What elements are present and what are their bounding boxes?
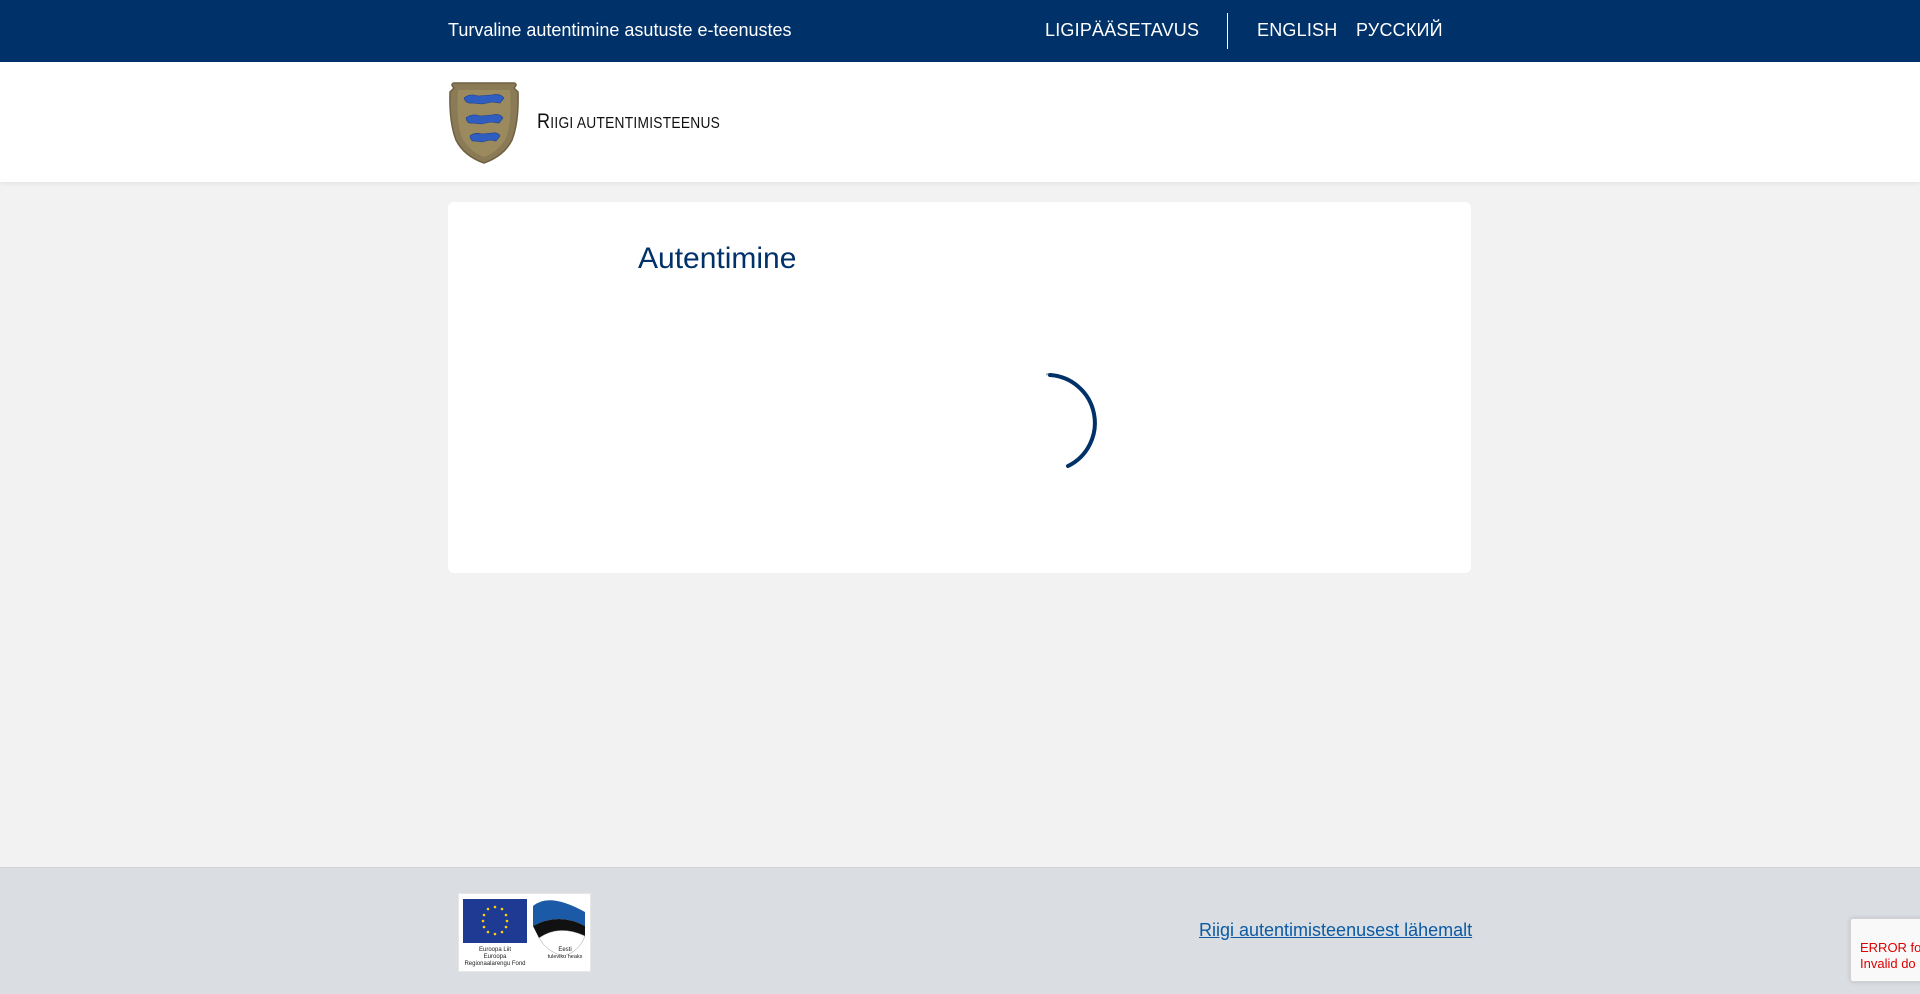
footer: Euroopa Liit Euroopa Regionaalarengu Fon… bbox=[0, 867, 1920, 994]
brand-bar: RIIGI AUTENTIMISTEENUS bbox=[0, 62, 1920, 182]
svg-text:Euroopa: Euroopa bbox=[484, 954, 507, 960]
loading-spinner-icon bbox=[1045, 373, 1097, 468]
recaptcha-badge[interactable]: ERROR fo Invalid do bbox=[1850, 918, 1920, 982]
recaptcha-error-text: ERROR fo Invalid do bbox=[1860, 940, 1920, 972]
brand-word-2: AUTENTIMISTEENUS bbox=[576, 115, 721, 132]
accessibility-link[interactable]: LIGIPÄÄSETAVUS bbox=[1045, 20, 1199, 41]
svg-text:tuleviku heaks: tuleviku heaks bbox=[548, 954, 583, 960]
language-russian-link[interactable]: РУССКИЙ bbox=[1356, 20, 1443, 41]
page-title: Autentimine bbox=[638, 242, 797, 275]
brand-name: RIIGI AUTENTIMISTEENUS bbox=[537, 110, 720, 134]
brand-word-1: IIGI bbox=[550, 115, 577, 132]
about-service-link[interactable]: Riigi autentimisteenusest lähemalt bbox=[1199, 920, 1472, 941]
auth-card: Autentimine bbox=[448, 202, 1471, 573]
top-bar: Turvaline autentimine asutuste e-teenust… bbox=[0, 0, 1920, 62]
recaptcha-error-line-1: ERROR fo bbox=[1860, 940, 1920, 955]
language-english-link[interactable]: ENGLISH bbox=[1257, 20, 1337, 41]
svg-text:Regionaalarengu Fond: Regionaalarengu Fond bbox=[464, 961, 525, 967]
svg-text:Eesti: Eesti bbox=[558, 947, 571, 953]
nav-divider bbox=[1227, 13, 1228, 49]
estonia-coat-of-arms-icon bbox=[449, 82, 519, 164]
svg-text:Euroopa Liit: Euroopa Liit bbox=[479, 947, 511, 953]
brand-initial: R bbox=[537, 110, 551, 133]
recaptcha-error-line-2: Invalid do bbox=[1860, 956, 1916, 971]
eu-regional-fund-estonia-logos: Euroopa Liit Euroopa Regionaalarengu Fon… bbox=[458, 893, 591, 972]
site-tagline: Turvaline autentimine asutuste e-teenust… bbox=[448, 20, 792, 40]
